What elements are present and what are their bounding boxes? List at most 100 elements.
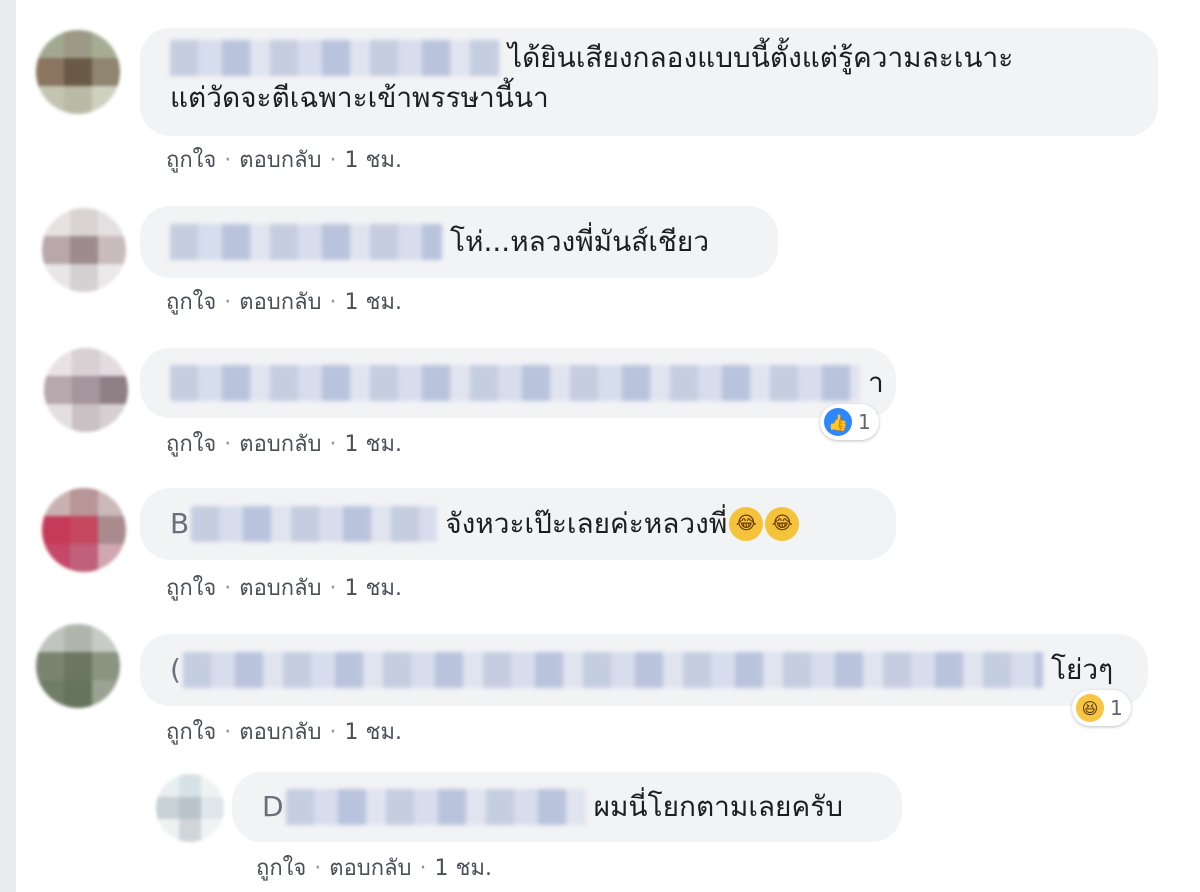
reply-bubble: D ผมนี่โยกตามเลยครับ (232, 772, 902, 842)
like-link[interactable]: ถูกใจ (166, 432, 216, 457)
timestamp[interactable]: 1 ชม. (345, 290, 402, 315)
separator: · (419, 856, 427, 881)
reaction-count[interactable]: 😆 1 (1072, 690, 1131, 726)
avatar[interactable] (36, 624, 120, 708)
avatar[interactable] (42, 488, 126, 572)
avatar-pixel (42, 516, 70, 544)
avatar-pixel (92, 652, 120, 680)
comment-actions: ถูกใจ · ตอบกลับ · 1 ชม. (166, 284, 402, 319)
like-link[interactable]: ถูกใจ (166, 576, 216, 601)
avatar-pixel (44, 404, 72, 432)
avatar-pixel (70, 488, 98, 516)
avatar-pixel (64, 680, 92, 708)
avatar-pixel (98, 208, 126, 236)
comment-bubble: า (140, 348, 896, 418)
avatar-pixel (36, 624, 64, 652)
avatar-pixel (156, 774, 179, 797)
separator: · (224, 148, 232, 173)
author-name-blurred[interactable] (170, 40, 500, 76)
avatar-pixel (42, 236, 70, 264)
separator: · (314, 856, 322, 881)
avatar-pixel (72, 348, 100, 376)
avatar[interactable] (156, 774, 224, 842)
separator: · (224, 290, 232, 315)
separator: · (224, 720, 232, 745)
comment-actions: ถูกใจ · ตอบกลับ · 1 ชม. (166, 142, 402, 177)
author-name-blurred[interactable] (191, 506, 438, 542)
author-initial[interactable]: B (170, 504, 189, 544)
reply-link[interactable]: ตอบกลับ (239, 432, 321, 457)
avatar-pixel (64, 30, 92, 58)
separator: · (329, 148, 337, 173)
avatar-pixel (36, 30, 64, 58)
author-name-blurred[interactable] (182, 652, 1043, 688)
comment-text: า (868, 366, 884, 399)
avatar[interactable] (44, 348, 128, 432)
avatar-pixel (100, 376, 128, 404)
comment-actions: ถูกใจ · ตอบกลับ · 1 ชม. (166, 570, 402, 605)
timestamp[interactable]: 1 ชม. (345, 148, 402, 173)
comment-text: โห่...หลวงพี่มันส์เชียว (450, 225, 710, 258)
timestamp[interactable]: 1 ชม. (345, 432, 402, 457)
avatar-pixel (44, 348, 72, 376)
avatar-pixel (98, 488, 126, 516)
avatar-pixel (92, 624, 120, 652)
comment-text: จังหวะเป๊ะเลยค่ะหลวงพี่ (445, 507, 728, 540)
reply-text: ผมนี่โยกตามเลยครับ (593, 790, 844, 823)
author-initial[interactable]: D (262, 787, 284, 827)
like-link[interactable]: ถูกใจ (166, 148, 216, 173)
reply-actions: ถูกใจ · ตอบกลับ · 1 ชม. (256, 850, 492, 885)
like-icon: 👍 (824, 408, 852, 436)
separator: · (224, 576, 232, 601)
avatar-pixel (98, 516, 126, 544)
avatar-pixel (156, 796, 179, 820)
avatar-pixel (42, 208, 70, 236)
separator: · (224, 432, 232, 457)
separator: · (329, 290, 337, 315)
like-link[interactable]: ถูกใจ (166, 290, 216, 315)
comment-bubble: ได้ยินเสียงกลองแบบนี้ตั้งแต่รู้ความละเนา… (140, 28, 1158, 136)
reply-link[interactable]: ตอบกลับ (239, 290, 321, 315)
avatar-pixel (201, 819, 224, 842)
author-name-blurred[interactable] (285, 789, 586, 825)
author-initial[interactable]: ( (170, 650, 181, 690)
avatar-pixel (178, 819, 202, 842)
avatar-pixel (98, 264, 126, 292)
like-link[interactable]: ถูกใจ (256, 856, 306, 881)
author-name-blurred[interactable] (170, 224, 442, 260)
reply-link[interactable]: ตอบกลับ (239, 720, 321, 745)
comment-bubble: ( โย่วๆ (140, 634, 1148, 706)
avatar-pixel (100, 348, 128, 376)
comment-bubble: โห่...หลวงพี่มันส์เชียว (140, 206, 778, 278)
haha-icon: 😆 (1076, 694, 1104, 722)
avatar-pixel (92, 58, 120, 86)
separator: · (329, 720, 337, 745)
reaction-count[interactable]: 👍 1 (820, 404, 879, 440)
avatar-pixel (36, 652, 64, 680)
avatar-pixel (72, 376, 100, 404)
left-rail (0, 0, 16, 892)
avatar-pixel (92, 30, 120, 58)
comment-text: ได้ยินเสียงกลองแบบนี้ตั้งแต่รู้ความละเนา… (508, 41, 1014, 74)
reply-link[interactable]: ตอบกลับ (329, 856, 411, 881)
reply-link[interactable]: ตอบกลับ (239, 576, 321, 601)
comment-actions: ถูกใจ · ตอบกลับ · 1 ชม. (166, 426, 402, 461)
avatar[interactable] (36, 30, 120, 114)
avatar-pixel (64, 652, 92, 680)
avatar-pixel (201, 796, 224, 820)
like-link[interactable]: ถูกใจ (166, 720, 216, 745)
avatar-pixel (92, 680, 120, 708)
laugh-emoji-icon: 😂 (765, 507, 800, 541)
separator: · (329, 432, 337, 457)
timestamp[interactable]: 1 ชม. (345, 576, 402, 601)
comment-text-line2: แต่วัดจะตีเฉพาะเข้าพรรษานี้นา (170, 81, 549, 114)
comment-text: โย่วๆ (1050, 653, 1114, 686)
avatar-pixel (98, 544, 126, 572)
timestamp[interactable]: 1 ชม. (345, 720, 402, 745)
timestamp[interactable]: 1 ชม. (435, 856, 492, 881)
reaction-number: 1 (858, 410, 871, 434)
avatar-pixel (92, 86, 120, 114)
avatar-pixel (42, 264, 70, 292)
avatar[interactable] (42, 208, 126, 292)
reply-link[interactable]: ตอบกลับ (239, 148, 321, 173)
